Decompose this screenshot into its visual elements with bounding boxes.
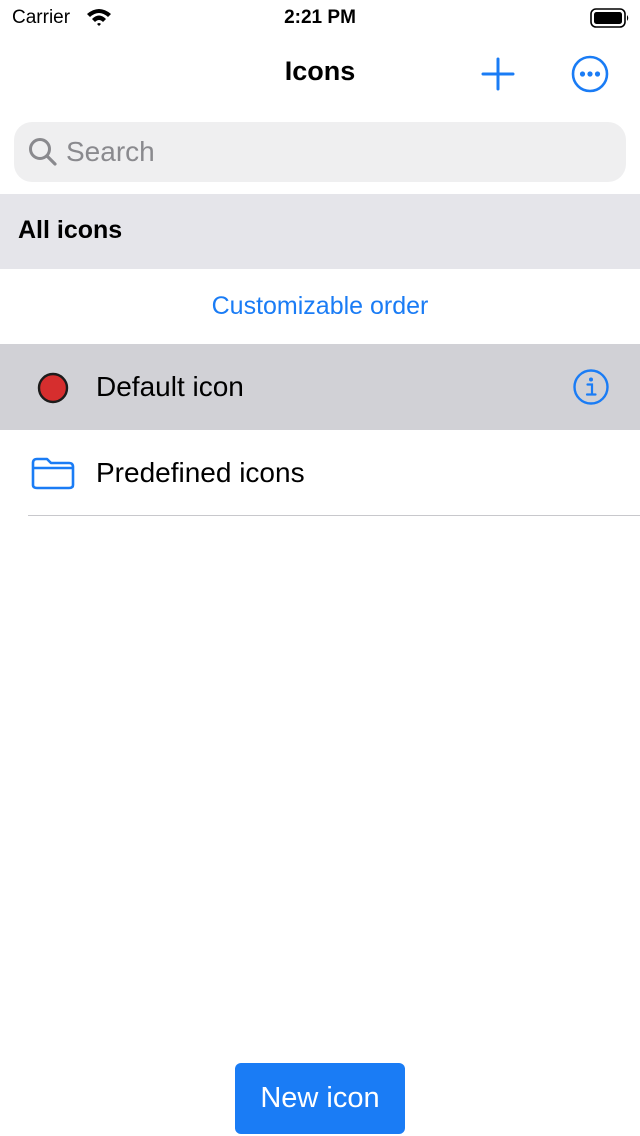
page-title: Icons xyxy=(284,56,356,86)
add-button[interactable] xyxy=(478,54,518,94)
section-header: All icons xyxy=(0,194,640,269)
list-item-label: Predefined icons xyxy=(96,457,305,488)
screen: Carrier 2:21 PM Icons Search All icons C… xyxy=(0,0,640,1136)
list-item-predefined-icons[interactable]: Predefined icons xyxy=(0,430,640,516)
section-title: All icons xyxy=(18,216,123,244)
search-input[interactable] xyxy=(66,122,606,182)
new-icon-button[interactable]: New icon xyxy=(235,1063,405,1134)
list-item-label: Default icon xyxy=(96,371,244,402)
row-separator xyxy=(28,515,640,516)
red-circle-icon xyxy=(37,372,69,409)
ellipsis-circle-icon xyxy=(571,55,609,93)
info-button[interactable] xyxy=(572,368,610,406)
plus-icon xyxy=(481,57,515,91)
status-bar: Carrier 2:21 PM xyxy=(0,0,640,40)
navigation-bar: Icons xyxy=(0,40,640,106)
search-field[interactable] xyxy=(14,122,626,182)
more-button[interactable] xyxy=(570,54,610,94)
status-time: 2:21 PM xyxy=(284,7,356,28)
customizable-order-link[interactable]: Customizable order xyxy=(0,269,640,344)
battery-icon xyxy=(590,8,630,33)
list-item-default-icon[interactable]: Default icon xyxy=(0,344,640,430)
info-icon xyxy=(573,369,609,405)
search-icon xyxy=(28,137,58,172)
folder-icon xyxy=(30,455,76,496)
